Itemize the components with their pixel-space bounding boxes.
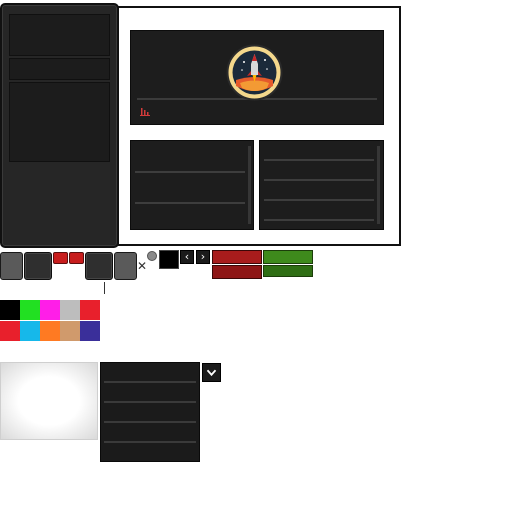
card-left-divider-2 <box>135 202 245 204</box>
color-swatch[interactable] <box>80 321 100 341</box>
close-icon[interactable]: ✕ <box>136 260 148 272</box>
card-right-divider-3 <box>264 199 374 201</box>
color-swatch[interactable] <box>40 300 60 320</box>
tool-button-1[interactable] <box>24 252 52 280</box>
red-bar-bottom[interactable] <box>212 265 262 279</box>
card-right-divider-4 <box>264 219 374 221</box>
dropdown-divider-4 <box>104 441 196 443</box>
color-swatch[interactable] <box>20 321 40 341</box>
green-bar-top[interactable] <box>263 250 313 264</box>
color-swatch[interactable] <box>20 300 40 320</box>
separator-tick <box>104 282 105 294</box>
red-toggle-1[interactable] <box>53 252 68 264</box>
color-swatch[interactable] <box>0 321 20 341</box>
card-right-scrollbar[interactable] <box>377 146 380 224</box>
sidebar-block-middle <box>9 58 110 80</box>
color-swatch[interactable] <box>60 321 80 341</box>
dropdown-divider-3 <box>104 421 196 423</box>
color-swatch-black[interactable] <box>159 250 179 269</box>
card-left-scrollbar[interactable] <box>248 146 251 224</box>
chart-icon[interactable] <box>139 104 151 116</box>
color-swatch[interactable] <box>0 300 20 320</box>
color-swatch[interactable] <box>80 300 100 320</box>
rocket-icon <box>226 44 283 101</box>
chevron-left-icon[interactable]: ‹ <box>180 250 194 264</box>
card-left-divider-1 <box>135 171 245 173</box>
green-bar-bottom[interactable] <box>263 265 313 277</box>
sidebar-block-bottom <box>9 82 110 162</box>
gradient-preview <box>0 362 98 440</box>
card-left <box>130 140 254 230</box>
dropdown-divider-2 <box>104 401 196 403</box>
chevron-down-icon[interactable] <box>202 363 221 382</box>
tool-button-gray-1[interactable] <box>0 252 23 280</box>
card-right <box>259 140 384 230</box>
dropdown-list[interactable] <box>100 362 200 462</box>
tool-button-gray-2[interactable] <box>114 252 137 280</box>
status-dot <box>147 251 157 261</box>
color-swatch[interactable] <box>40 321 60 341</box>
card-right-divider-2 <box>264 179 374 181</box>
dropdown-divider-1 <box>104 381 196 383</box>
tool-button-2[interactable] <box>85 252 113 280</box>
red-toggle-2[interactable] <box>69 252 84 264</box>
sidebar-block-top <box>9 14 110 56</box>
card-right-divider-1 <box>264 159 374 161</box>
red-bar-top[interactable] <box>212 250 262 264</box>
chevron-right-icon[interactable]: › <box>196 250 210 264</box>
color-swatch[interactable] <box>60 300 80 320</box>
